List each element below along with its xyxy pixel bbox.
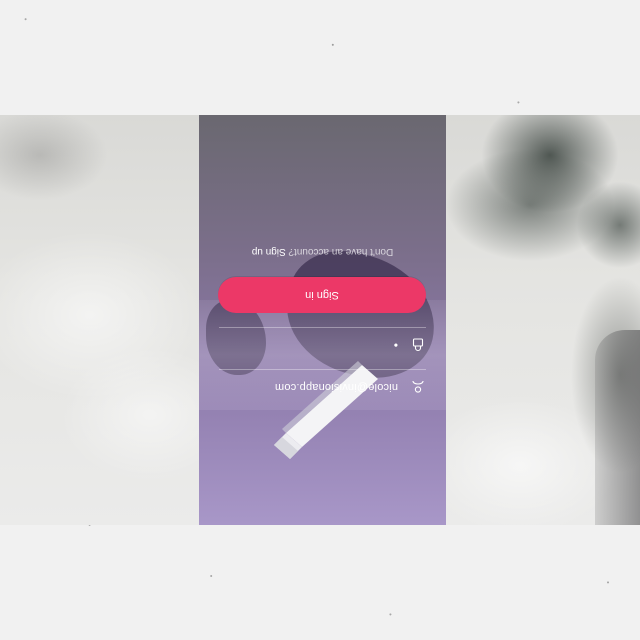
lock-icon — [410, 338, 426, 354]
sign-in-button[interactable]: Sign in — [218, 277, 426, 313]
password-field[interactable]: • — [219, 327, 426, 363]
user-icon — [410, 380, 426, 396]
screenshot-canvas: nicole@invisionapp.com • Sign in Don't h… — [0, 0, 640, 640]
password-value: • — [390, 338, 398, 353]
misty-cliff — [0, 115, 200, 525]
signup-prompt: Don't have an account? Sign up — [199, 246, 446, 257]
sign-up-link[interactable]: Sign up — [252, 246, 286, 257]
no-account-text: Don't have an account? — [285, 246, 394, 257]
rock-outcrop — [595, 330, 640, 525]
email-value: nicole@invisionapp.com — [274, 381, 398, 394]
login-screen: nicole@invisionapp.com • Sign in Don't h… — [199, 115, 446, 525]
forest-silhouette — [470, 115, 640, 355]
phone-screen: nicole@invisionapp.com • Sign in Don't h… — [199, 115, 446, 525]
email-field[interactable]: nicole@invisionapp.com — [219, 369, 426, 405]
